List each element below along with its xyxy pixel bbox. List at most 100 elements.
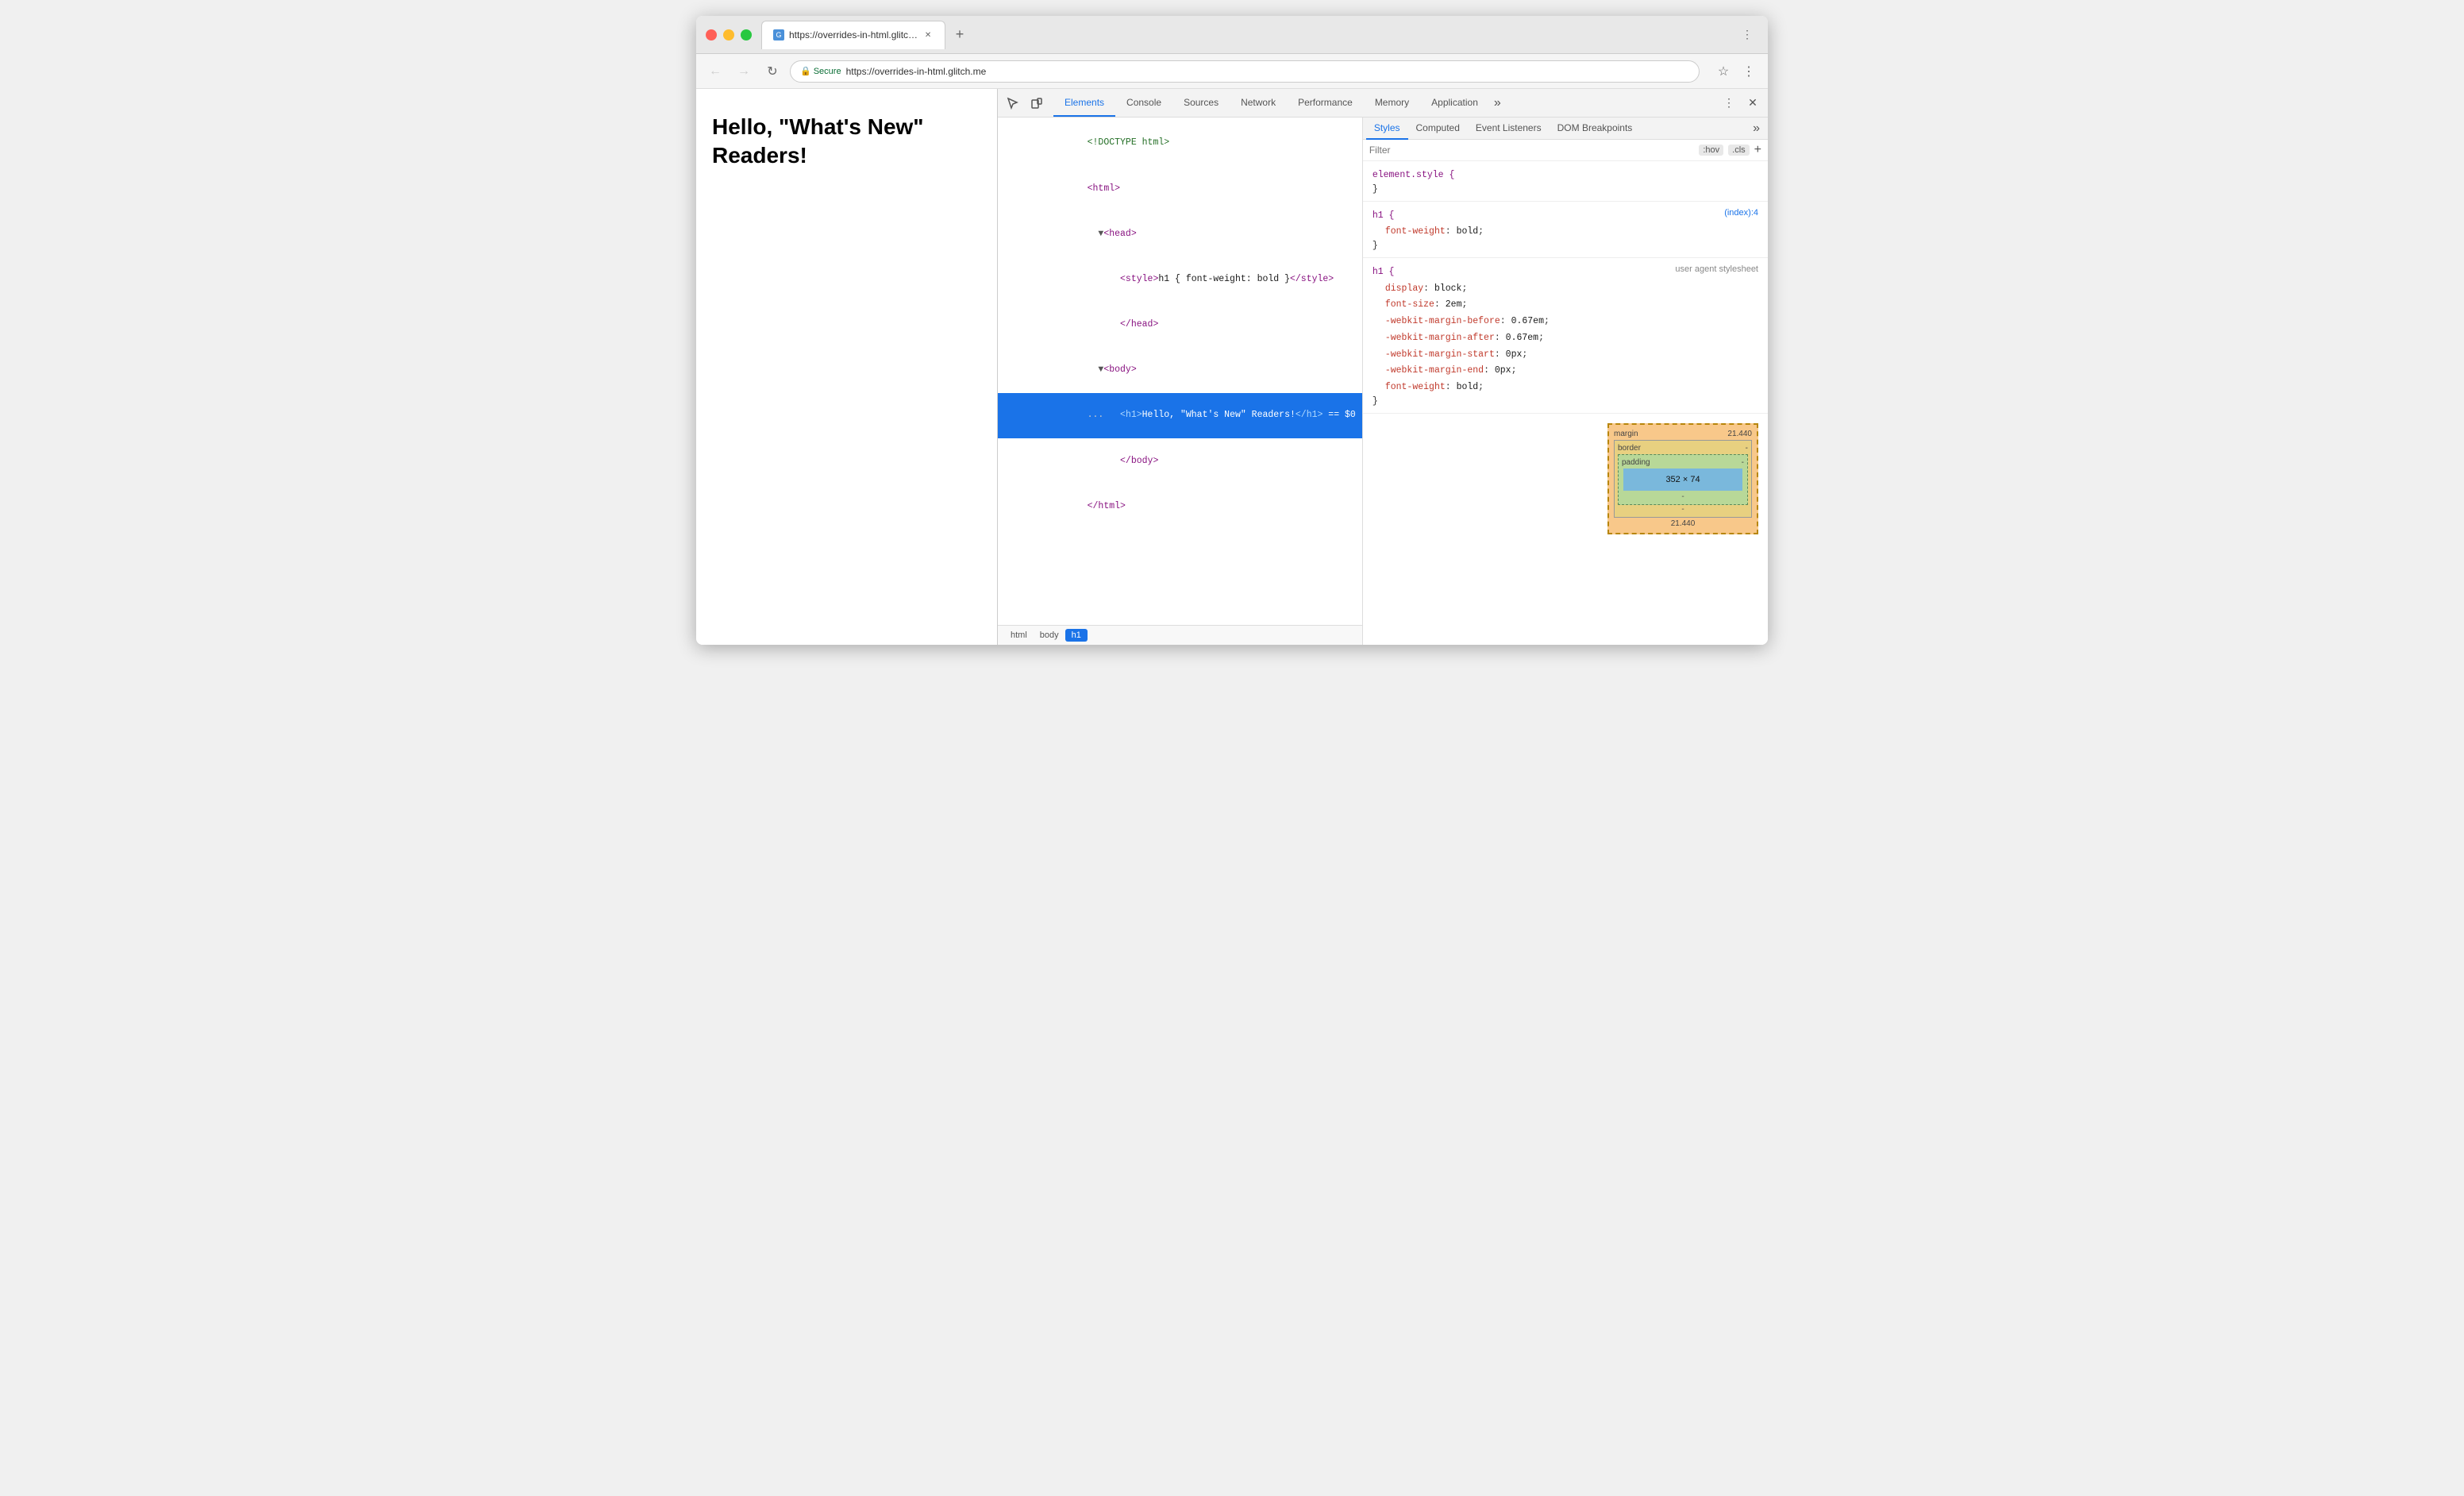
- tab-network[interactable]: Network: [1230, 89, 1287, 117]
- devtools-panel: Elements Console Sources Network Perform…: [998, 89, 1768, 645]
- box-model-border-bottom-val: -: [1618, 505, 1748, 514]
- style-close-tag: </style>: [1290, 274, 1334, 284]
- ua-prop-font-weight: font-weight: bold;: [1373, 380, 1758, 396]
- h1-close-tag: </h1>: [1296, 410, 1323, 420]
- elements-tree: <!DOCTYPE html> <html> ▼<head> <style>h1…: [998, 118, 1362, 625]
- browser-window: G https://overrides-in-html.glitc… ✕ + ⋮…: [696, 16, 1768, 645]
- ua-prop-margin-start: -webkit-margin-start: 0px;: [1373, 347, 1758, 364]
- style-block-h1-ua: h1 { user agent stylesheet display: bloc…: [1363, 261, 1768, 410]
- url-text: https://overrides-in-html.glitch.me: [846, 66, 987, 77]
- prop-value: bold: [1457, 226, 1479, 237]
- ua-font-size: font-size: 2em;: [1385, 299, 1468, 310]
- devtools-close-button[interactable]: ✕: [1742, 93, 1763, 114]
- breadcrumb-body[interactable]: body: [1034, 629, 1065, 642]
- tab-application[interactable]: Application: [1420, 89, 1489, 117]
- devtools-toolbar-right: ⋮ ✕: [1719, 93, 1763, 114]
- tree-line-body-close[interactable]: </body>: [998, 438, 1362, 484]
- tree-line-html[interactable]: <html>: [998, 166, 1362, 211]
- close-traffic-light[interactable]: [706, 29, 717, 40]
- page-heading: Hello, "What's New" Readers!: [712, 113, 981, 171]
- breadcrumb-html[interactable]: html: [1004, 629, 1034, 642]
- browser-content: Hello, "What's New" Readers!: [696, 89, 1768, 645]
- ellipsis: ...: [1088, 410, 1120, 420]
- styles-tab-dom-breakpoints[interactable]: DOM Breakpoints: [1550, 118, 1641, 140]
- browser-tab[interactable]: G https://overrides-in-html.glitc… ✕: [761, 21, 945, 49]
- styles-tab-computed[interactable]: Computed: [1408, 118, 1468, 140]
- tree-line-style[interactable]: <style>h1 { font-weight: bold }</style>: [998, 257, 1362, 303]
- ua-prop-margin-before: -webkit-margin-before: 0.67em;: [1373, 314, 1758, 330]
- styles-tabs-overflow[interactable]: »: [1748, 121, 1765, 136]
- styles-filter-right: :hov .cls +: [1699, 143, 1761, 157]
- style-open-tag: <style>: [1120, 274, 1158, 284]
- window-controls: ⋮: [1736, 24, 1758, 46]
- ua-font-weight: font-weight: bold;: [1385, 382, 1484, 392]
- maximize-traffic-light[interactable]: [741, 29, 752, 40]
- style-selector-element: element.style {: [1373, 168, 1758, 184]
- refresh-button[interactable]: ↻: [761, 60, 783, 83]
- ua-prop-margin-end: -webkit-margin-end: 0px;: [1373, 363, 1758, 380]
- address-input[interactable]: 🔒 Secure https://overrides-in-html.glitc…: [790, 60, 1700, 83]
- ua-prop-display: display: block;: [1373, 281, 1758, 298]
- minimize-traffic-light[interactable]: [723, 29, 734, 40]
- menu-button[interactable]: ⋮: [1738, 60, 1760, 83]
- address-right-actions: ☆ ⋮: [1712, 60, 1760, 83]
- forward-button[interactable]: →: [733, 60, 755, 83]
- styles-tab-event-listeners[interactable]: Event Listeners: [1468, 118, 1550, 140]
- tree-line-html-close[interactable]: </html>: [998, 484, 1362, 529]
- styles-filter-bar: :hov .cls +: [1363, 140, 1768, 161]
- settings-button[interactable]: ⋮: [1736, 24, 1758, 46]
- tab-favicon: G: [773, 29, 784, 40]
- tree-line-doctype[interactable]: <!DOCTYPE html>: [998, 121, 1362, 166]
- address-bar: ← → ↻ 🔒 Secure https://overrides-in-html…: [696, 54, 1768, 89]
- dollar-zero: == $0: [1322, 410, 1355, 420]
- styles-tab-styles[interactable]: Styles: [1366, 118, 1408, 140]
- tab-console[interactable]: Console: [1115, 89, 1172, 117]
- devtools-toolbar: Elements Console Sources Network Perform…: [998, 89, 1768, 118]
- tabs-overflow-button[interactable]: »: [1489, 96, 1506, 110]
- tree-line-head[interactable]: ▼<head>: [998, 211, 1362, 256]
- box-model-border-top-row: border -: [1618, 444, 1748, 453]
- box-model-padding-top-row: padding -: [1622, 458, 1744, 467]
- close-brace-ua: }: [1373, 396, 1378, 407]
- styles-panel: Styles Computed Event Listeners DOM Brea…: [1363, 118, 1768, 645]
- breadcrumb-h1[interactable]: h1: [1065, 629, 1088, 642]
- styles-filter-input[interactable]: [1369, 145, 1693, 156]
- ua-prop-margin-after: -webkit-margin-after: 0.67em;: [1373, 330, 1758, 347]
- filter-hov-button[interactable]: :hov: [1699, 145, 1723, 156]
- page-viewport: Hello, "What's New" Readers!: [696, 89, 998, 645]
- element-picker-button[interactable]: [1003, 93, 1023, 114]
- tab-memory[interactable]: Memory: [1364, 89, 1420, 117]
- tab-elements[interactable]: Elements: [1053, 89, 1115, 117]
- devtools-settings-button[interactable]: ⋮: [1719, 93, 1739, 114]
- back-button[interactable]: ←: [704, 60, 726, 83]
- tree-line-h1[interactable]: ... <h1>Hello, "What's New" Readers!</h1…: [998, 393, 1362, 438]
- box-model-margin-bottom-val: 21.440: [1614, 519, 1752, 528]
- box-model-padding-area: padding - 352 × 74 -: [1618, 454, 1748, 505]
- ua-margin-after: -webkit-margin-after: 0.67em;: [1385, 333, 1544, 343]
- tree-line-body[interactable]: ▼<body>: [998, 348, 1362, 393]
- filter-cls-button[interactable]: .cls: [1728, 145, 1750, 156]
- box-model-diagram: margin 21.440 border -: [1607, 423, 1758, 534]
- h1-custom-source[interactable]: (index):4: [1724, 208, 1758, 225]
- tab-bar: G https://overrides-in-html.glitc… ✕ +: [761, 21, 1736, 49]
- head-close-tag: </head>: [1120, 319, 1158, 330]
- filter-add-button[interactable]: +: [1754, 143, 1761, 157]
- secure-label: Secure: [814, 67, 841, 76]
- tab-close-button[interactable]: ✕: [922, 29, 934, 40]
- device-toggle-button[interactable]: [1026, 93, 1047, 114]
- html-close-tag: </html>: [1088, 501, 1126, 511]
- h1-custom-close: }: [1373, 241, 1758, 251]
- h1-custom-font-weight: font-weight: bold;: [1385, 226, 1484, 237]
- element-style-selector: element.style {: [1373, 170, 1455, 180]
- ua-prop-font-size: font-size: 2em;: [1373, 297, 1758, 314]
- style-block-element: element.style { }: [1363, 164, 1768, 198]
- tab-sources[interactable]: Sources: [1172, 89, 1230, 117]
- bookmark-button[interactable]: ☆: [1712, 60, 1734, 83]
- styles-tabs: Styles Computed Event Listeners DOM Brea…: [1363, 118, 1768, 140]
- style-separator-3: [1363, 413, 1768, 414]
- new-tab-button[interactable]: +: [949, 24, 971, 46]
- tab-performance[interactable]: Performance: [1287, 89, 1364, 117]
- tree-line-head-close[interactable]: </head>: [998, 303, 1362, 348]
- h1-ua-selector: h1 {: [1373, 264, 1395, 281]
- close-brace-custom: }: [1373, 241, 1378, 251]
